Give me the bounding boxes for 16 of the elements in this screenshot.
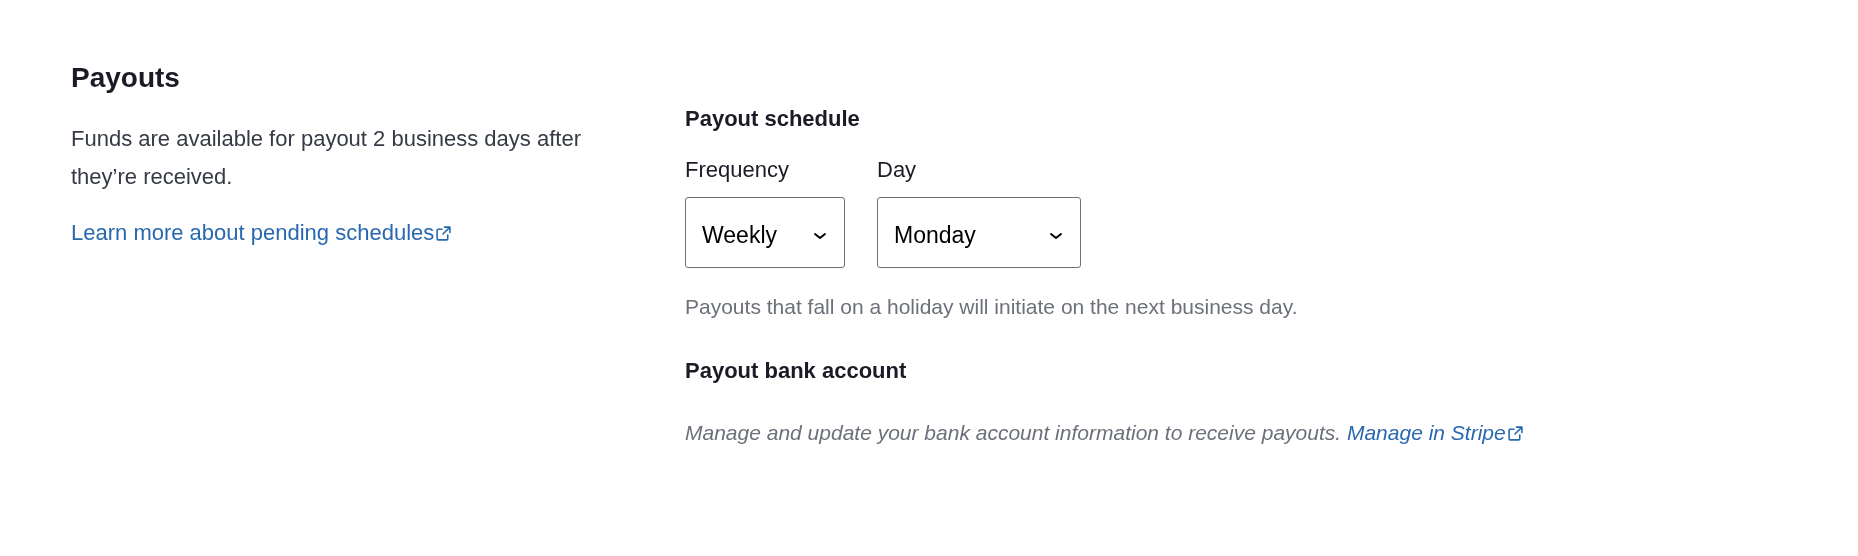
learn-more-link[interactable]: Learn more about pending schedules	[71, 218, 453, 248]
external-link-icon	[1506, 424, 1524, 442]
dropdown-select[interactable]: Weekly	[685, 197, 845, 268]
external-link-icon	[435, 224, 453, 242]
field-label: Frequency	[685, 156, 790, 184]
bank-account-text: Manage and update your bank account information to receive payouts. Manage in Stripe	[685, 418, 1524, 448]
bank-account-heading: Payout bank account	[685, 357, 908, 385]
chevron-down-icon	[812, 230, 828, 241]
hint-text: Payouts that fall on a holiday will initiate on the next business day.	[685, 294, 1299, 320]
section-description: Funds are available for payout 2 business days after they’re received.	[71, 125, 582, 191]
section-title: Payouts	[71, 61, 181, 95]
manage-link[interactable]: Manage in Stripe	[1346, 418, 1524, 448]
field-label: Day	[877, 156, 918, 184]
schedule-heading: Payout schedule	[685, 105, 861, 133]
chevron-down-icon	[1048, 230, 1064, 241]
dropdown-select[interactable]: Monday	[877, 197, 1081, 268]
